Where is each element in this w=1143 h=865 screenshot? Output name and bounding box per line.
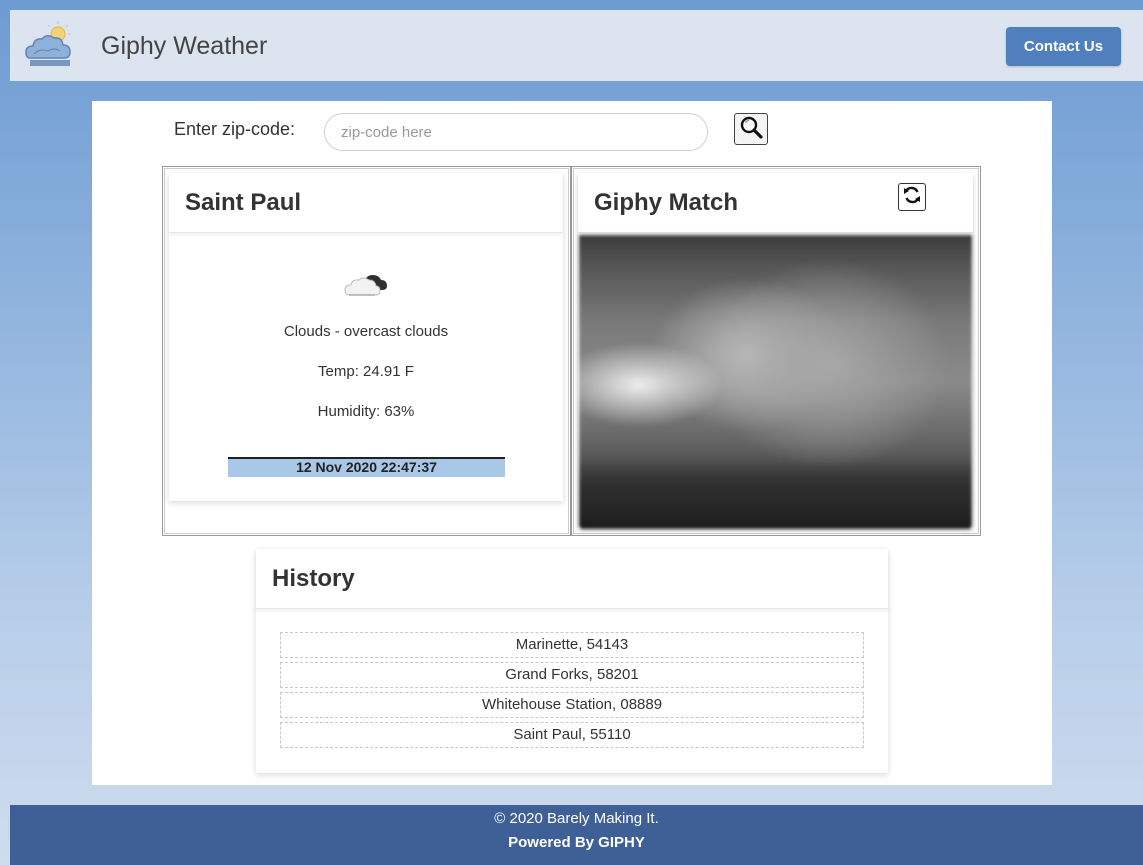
- search-icon: [739, 115, 763, 144]
- giphy-image-ground: [579, 459, 972, 529]
- refresh-icon: [902, 185, 922, 210]
- giphy-image: [579, 235, 972, 529]
- giphy-panel: Giphy Match: [571, 166, 981, 536]
- cloud-icon: [343, 269, 389, 299]
- app-header: Giphy Weather Contact Us: [10, 10, 1143, 81]
- main-container: Enter zip-code: zip-code here Saint Paul…: [92, 101, 1052, 785]
- history-item[interactable]: Whitehouse Station, 08889: [280, 692, 864, 718]
- app-title: Giphy Weather: [101, 32, 268, 60]
- search-button[interactable]: [734, 113, 768, 145]
- footer: © 2020 Barely Making It. Powered By GIPH…: [10, 805, 1143, 865]
- history-item[interactable]: Grand Forks, 58201: [280, 662, 864, 688]
- weather-card: Saint Paul Clouds - overcast clouds Temp…: [169, 173, 563, 501]
- history-item[interactable]: Marinette, 54143: [280, 632, 864, 658]
- logo-icon: [22, 18, 78, 74]
- zip-code-input[interactable]: zip-code here: [324, 113, 708, 151]
- humidity: Humidity: 63%: [317, 403, 415, 420]
- refresh-button[interactable]: [898, 183, 926, 211]
- city-name: Saint Paul: [169, 173, 563, 233]
- temperature: Temp: 24.91 F: [318, 363, 414, 380]
- weather-description: Clouds - overcast clouds: [283, 323, 449, 340]
- contact-us-button[interactable]: Contact Us: [1006, 27, 1121, 66]
- history-title: History: [256, 549, 888, 609]
- history-item[interactable]: Saint Paul, 55110: [280, 722, 864, 748]
- giphy-card: Giphy Match: [578, 173, 973, 529]
- powered-by-text: Powered By GIPHY: [508, 834, 645, 851]
- zip-code-label: Enter zip-code:: [174, 119, 296, 139]
- weather-panel: Saint Paul Clouds - overcast clouds Temp…: [162, 166, 571, 536]
- timestamp: 12 Nov 2020 22:47:37: [228, 457, 505, 477]
- copyright-text: © 2020 Barely Making It.: [494, 810, 659, 827]
- history-card: History Marinette, 54143 Grand Forks, 58…: [256, 549, 888, 773]
